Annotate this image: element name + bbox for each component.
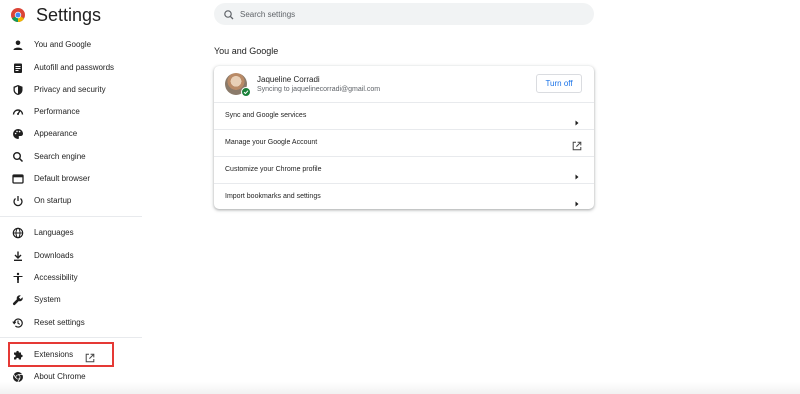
sidebar-item-on-startup[interactable]: On startup xyxy=(0,190,142,212)
sidebar-item-label: Downloads xyxy=(34,251,74,260)
search-input[interactable] xyxy=(240,6,580,22)
header: Settings xyxy=(0,0,800,32)
sync-check-icon xyxy=(241,87,251,97)
profile-row: Jaqueline Corradi Syncing to jaquelineco… xyxy=(214,66,594,102)
sidebar-item-label: Search engine xyxy=(34,152,86,161)
sidebar-item-label: System xyxy=(34,295,61,304)
power-icon xyxy=(12,195,24,207)
sidebar-item-downloads[interactable]: Downloads xyxy=(0,245,142,267)
browser-icon xyxy=(12,173,24,185)
extensions-highlight-box xyxy=(8,342,114,367)
sidebar-item-default-browser[interactable]: Default browser xyxy=(0,168,142,190)
sidebar-item-reset-settings[interactable]: Reset settings xyxy=(0,312,142,334)
sidebar-item-system[interactable]: System xyxy=(0,289,142,311)
sidebar-item-autofill[interactable]: Autofill and passwords xyxy=(0,57,142,79)
wrench-icon xyxy=(12,294,24,306)
speedometer-icon xyxy=(12,106,24,118)
sync-and-google-services-row[interactable]: Sync and Google services xyxy=(214,102,594,129)
sidebar-item-label: Languages xyxy=(34,228,74,237)
chrome-logo-icon xyxy=(11,8,25,22)
row-label: Customize your Chrome profile xyxy=(225,166,322,173)
sidebar-item-appearance[interactable]: Appearance xyxy=(0,123,142,145)
download-icon xyxy=(12,250,24,262)
sidebar-item-you-and-google[interactable]: You and Google xyxy=(0,34,142,56)
sidebar-divider xyxy=(0,337,142,338)
arrow-right-icon xyxy=(574,194,580,207)
external-link-icon xyxy=(572,138,582,151)
search-icon xyxy=(223,8,235,20)
palette-icon xyxy=(12,128,24,140)
clipboard-icon xyxy=(12,62,24,74)
sidebar-item-label: Default browser xyxy=(34,174,91,183)
sidebar-item-performance[interactable]: Performance xyxy=(0,101,142,123)
sidebar-item-label: Accessibility xyxy=(34,273,78,282)
sidebar-item-label: Autofill and passwords xyxy=(34,63,115,72)
search-bar[interactable] xyxy=(214,3,594,25)
search-icon xyxy=(12,151,24,163)
sidebar-item-accessibility[interactable]: Accessibility xyxy=(0,267,142,289)
arrow-right-icon xyxy=(574,167,580,180)
row-label: Sync and Google services xyxy=(225,112,307,119)
sync-status: Syncing to jaquelinecorradi@gmail.com xyxy=(257,86,381,93)
sidebar-item-label: Performance xyxy=(34,107,80,116)
row-label: Import bookmarks and settings xyxy=(225,193,321,200)
accessibility-icon xyxy=(12,272,24,284)
import-bookmarks-row[interactable]: Import bookmarks and settings xyxy=(214,183,594,210)
sidebar-item-label: Appearance xyxy=(34,129,78,138)
globe-icon xyxy=(12,227,24,239)
sidebar-item-languages[interactable]: Languages xyxy=(0,222,142,244)
row-label: Manage your Google Account xyxy=(225,139,318,146)
arrow-right-icon xyxy=(574,113,580,126)
you-and-google-card: Jaqueline Corradi Syncing to jaquelineco… xyxy=(214,66,594,209)
turn-off-sync-button[interactable]: Turn off xyxy=(536,74,582,93)
sidebar-item-label: On startup xyxy=(34,196,72,205)
sidebar-item-label: Reset settings xyxy=(34,318,85,327)
sidebar-item-label: You and Google xyxy=(34,40,92,49)
sidebar-divider xyxy=(0,216,142,217)
sidebar-item-search-engine[interactable]: Search engine xyxy=(0,146,142,168)
section-title: You and Google xyxy=(214,46,279,56)
history-icon xyxy=(12,317,24,329)
manage-google-account-row[interactable]: Manage your Google Account xyxy=(214,129,594,156)
shield-icon xyxy=(12,84,24,96)
profile-name: Jaqueline Corradi xyxy=(257,75,320,84)
page-title: Settings xyxy=(36,5,102,25)
sidebar-item-privacy[interactable]: Privacy and security xyxy=(0,79,142,101)
person-icon xyxy=(12,39,24,51)
bottom-edge-fade xyxy=(0,382,800,394)
sidebar-item-label: About Chrome xyxy=(34,372,86,381)
sidebar-item-label: Privacy and security xyxy=(34,85,106,94)
customize-chrome-profile-row[interactable]: Customize your Chrome profile xyxy=(214,156,594,183)
